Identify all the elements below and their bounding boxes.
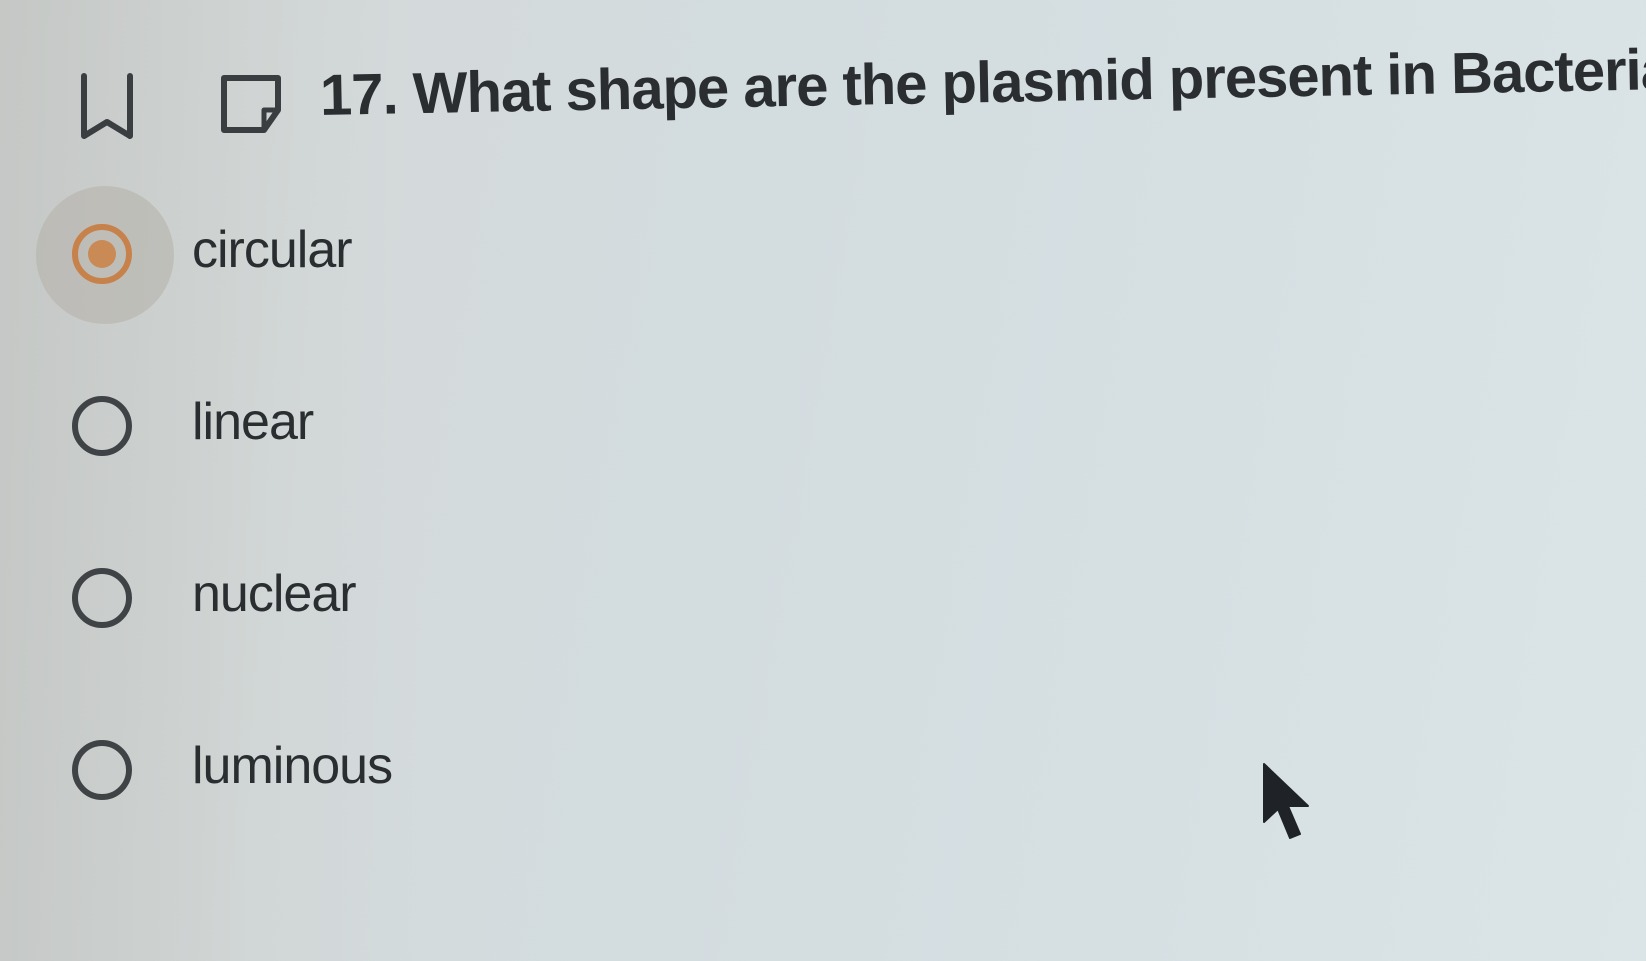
bookmark-icon[interactable] bbox=[80, 72, 134, 142]
option-luminous[interactable]: luminous bbox=[30, 702, 590, 832]
radio-button[interactable] bbox=[72, 396, 132, 456]
option-nuclear[interactable]: nuclear bbox=[30, 530, 590, 660]
option-linear[interactable]: linear bbox=[30, 358, 590, 488]
option-label[interactable]: linear bbox=[192, 392, 314, 452]
question-text: 17. What shape are the plasmid present i… bbox=[319, 36, 1646, 128]
radio-button[interactable] bbox=[72, 740, 132, 800]
radio-button[interactable] bbox=[72, 568, 132, 628]
option-label[interactable]: luminous bbox=[192, 736, 393, 796]
flag-icon[interactable] bbox=[218, 72, 284, 136]
option-label[interactable]: circular bbox=[192, 220, 353, 280]
question-header: 17. What shape are the plasmid present i… bbox=[0, 0, 1646, 170]
option-label[interactable]: nuclear bbox=[192, 564, 357, 624]
radio-button-selected[interactable] bbox=[72, 224, 132, 284]
option-circular[interactable]: circular bbox=[30, 186, 590, 324]
radio-selected-dot bbox=[88, 240, 116, 268]
mouse-pointer-icon bbox=[1263, 763, 1309, 839]
